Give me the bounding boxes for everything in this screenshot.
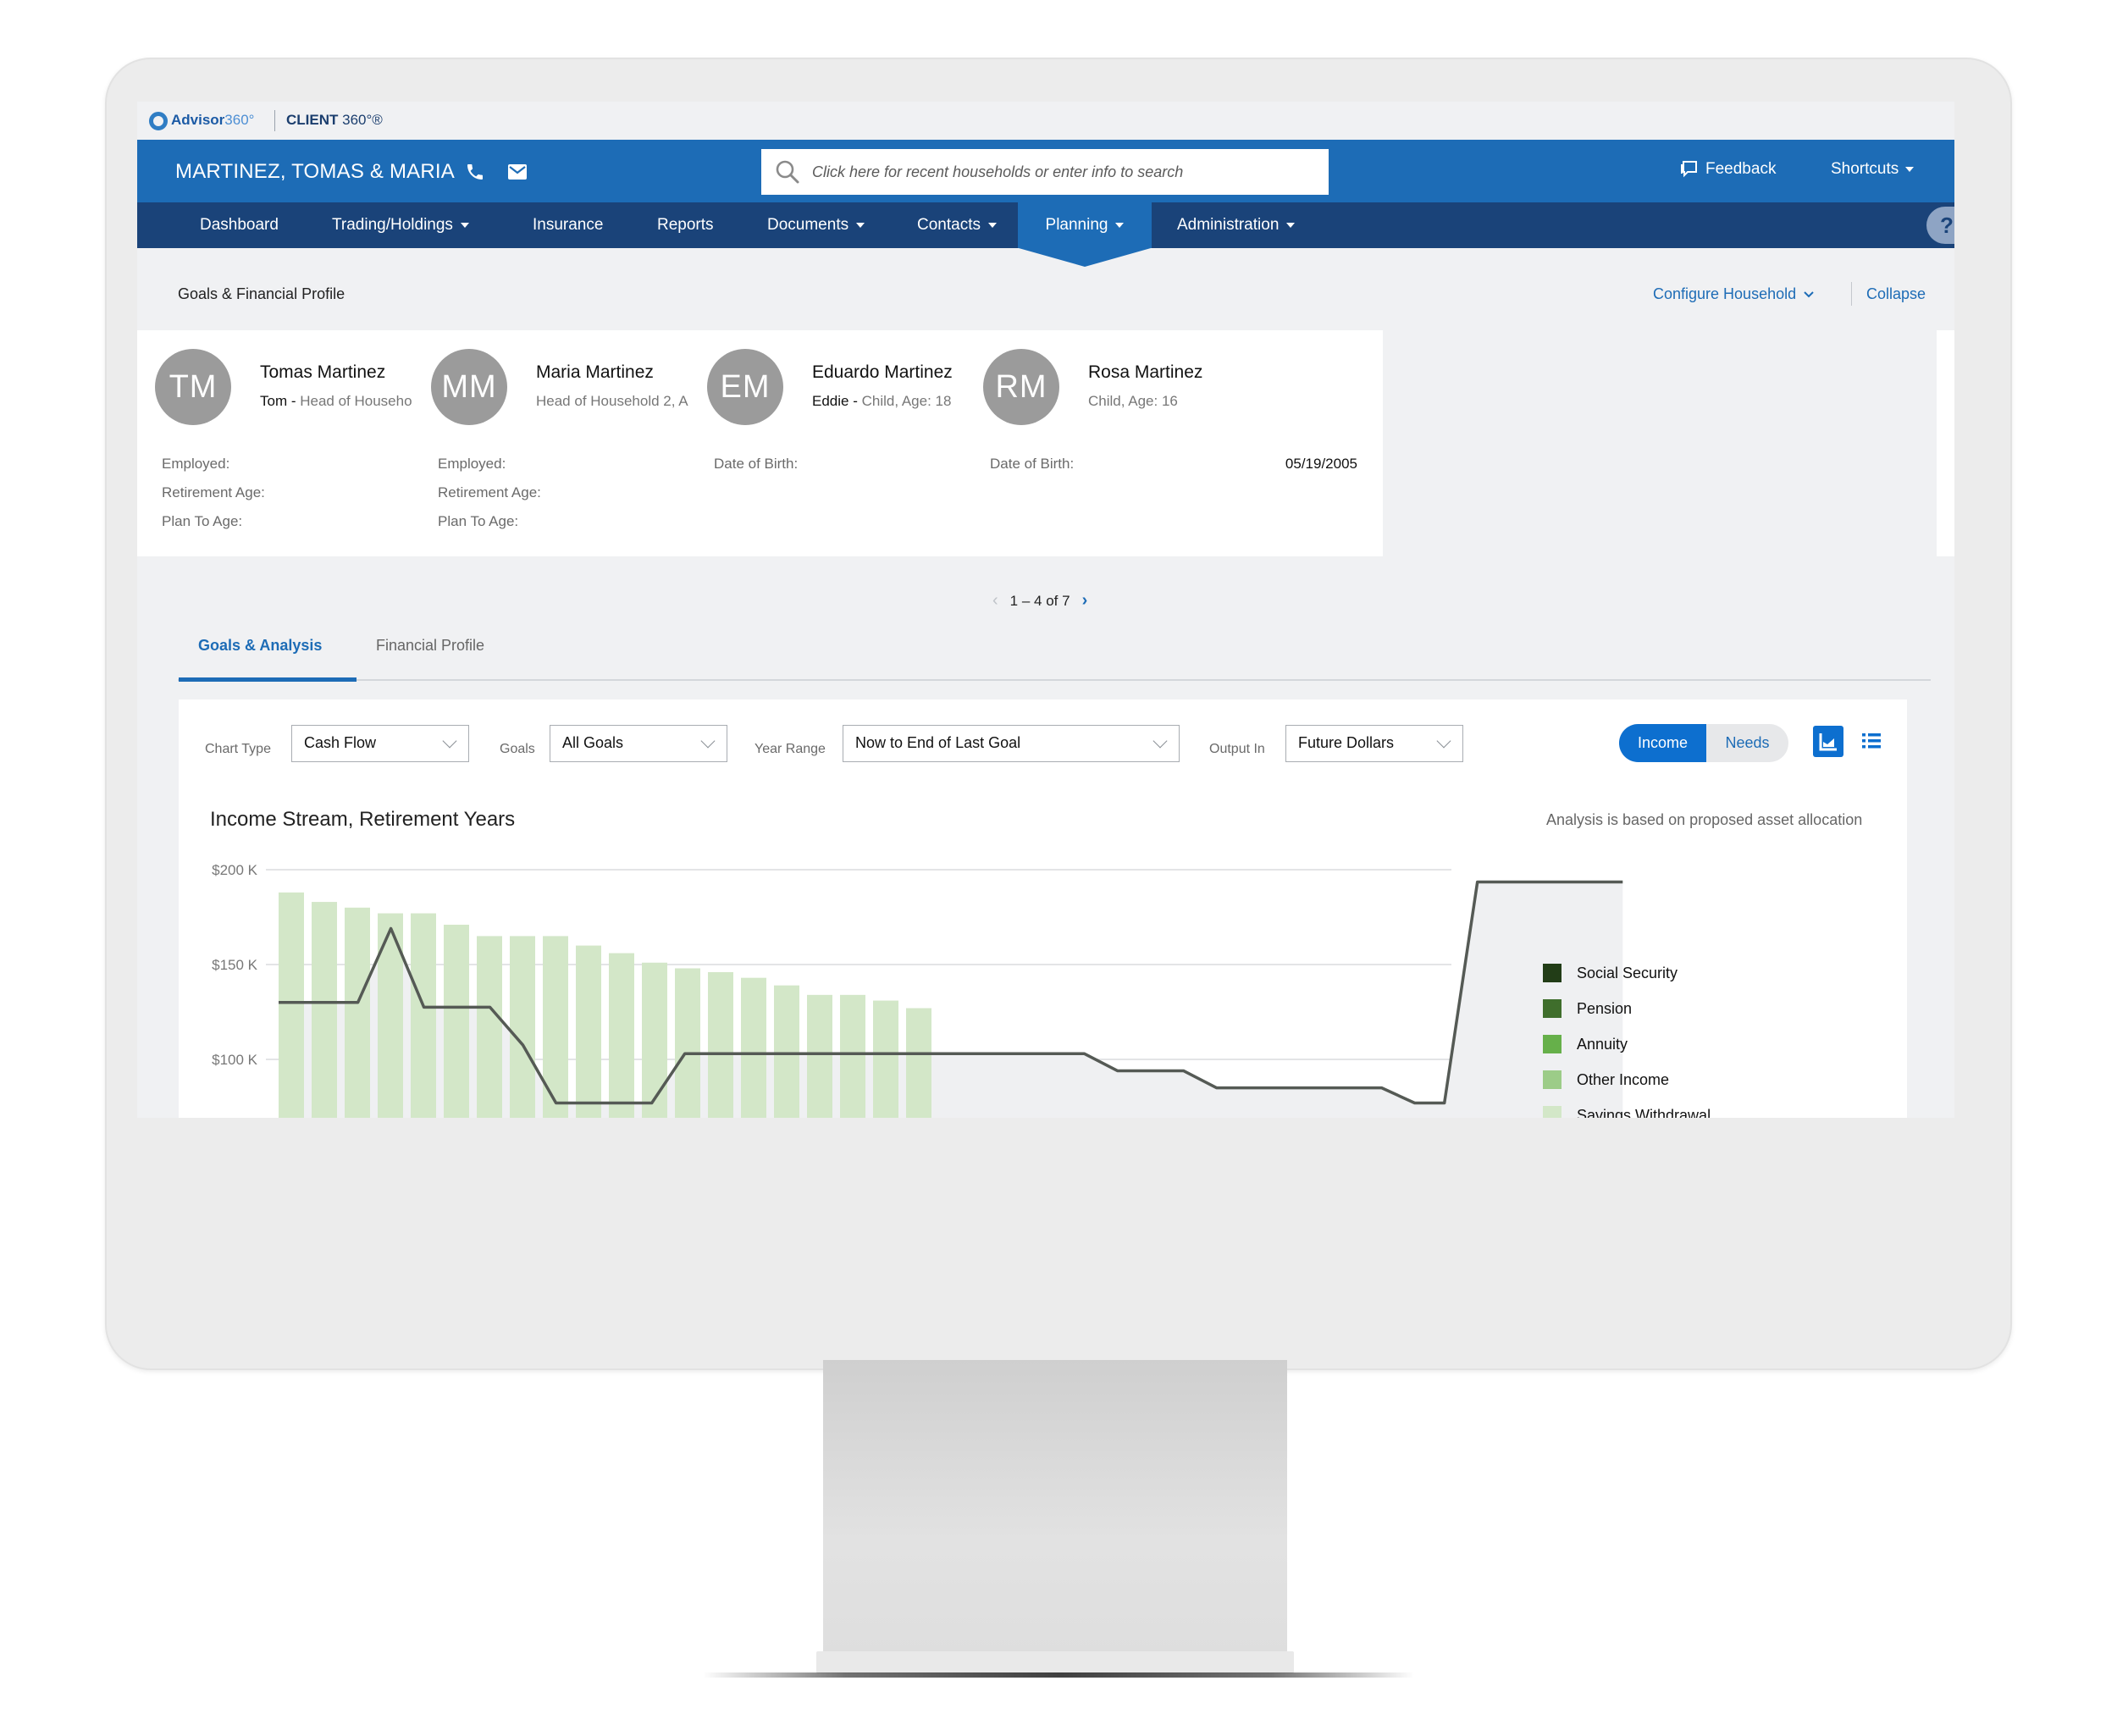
y-tick-label: $200 K (212, 862, 258, 878)
monitor-stand-foot (816, 1651, 1294, 1673)
legend-swatch (1543, 1070, 1561, 1089)
income-bar (411, 913, 436, 1118)
legend-item[interactable]: Pension (1543, 998, 1632, 1020)
income-bar (840, 994, 865, 1118)
legend-swatch (1543, 964, 1561, 982)
legend-item[interactable]: Other Income (1543, 1069, 1669, 1091)
income-bar (741, 977, 766, 1118)
income-bar (543, 936, 568, 1118)
income-bar (345, 907, 370, 1118)
income-bar (708, 971, 733, 1118)
income-bar (675, 968, 700, 1118)
y-tick-label: $100 K (212, 1052, 258, 1068)
income-bar (906, 1008, 931, 1118)
income-bar (378, 913, 403, 1118)
monitor-stand (823, 1360, 1287, 1661)
income-bar (609, 953, 634, 1118)
monitor-stand-shadow (703, 1672, 1414, 1678)
legend-label: Pension (1577, 999, 1633, 1017)
income-bar (774, 985, 799, 1118)
legend-label: Social Security (1577, 964, 1678, 981)
legend-item[interactable]: Savings Withdrawal (1543, 1104, 1711, 1118)
income-bar (576, 945, 601, 1118)
legend-label: Savings Withdrawal (1577, 1106, 1711, 1119)
income-bar (873, 1000, 898, 1118)
income-bar (642, 962, 667, 1118)
legend-swatch (1543, 999, 1561, 1018)
income-stream-chart: $200 K $150 K $100 K (212, 862, 1623, 1118)
legend-swatch (1543, 1106, 1561, 1118)
income-bar (510, 936, 535, 1118)
legend-label: Annuity (1577, 1035, 1628, 1053)
income-bar (444, 924, 469, 1118)
legend-item[interactable]: Annuity (1543, 1033, 1628, 1055)
legend-item[interactable]: Social Security (1543, 962, 1678, 984)
legend-swatch (1543, 1035, 1561, 1053)
income-bar (807, 994, 832, 1118)
y-tick-label: $150 K (212, 957, 258, 973)
income-bar (312, 902, 337, 1118)
legend-label: Other Income (1577, 1070, 1670, 1088)
income-bar (477, 936, 502, 1118)
app-screen: Advisor360° CLIENT 360°® MARTINEZ, TOMAS… (137, 102, 1954, 1118)
income-bar (279, 892, 304, 1118)
